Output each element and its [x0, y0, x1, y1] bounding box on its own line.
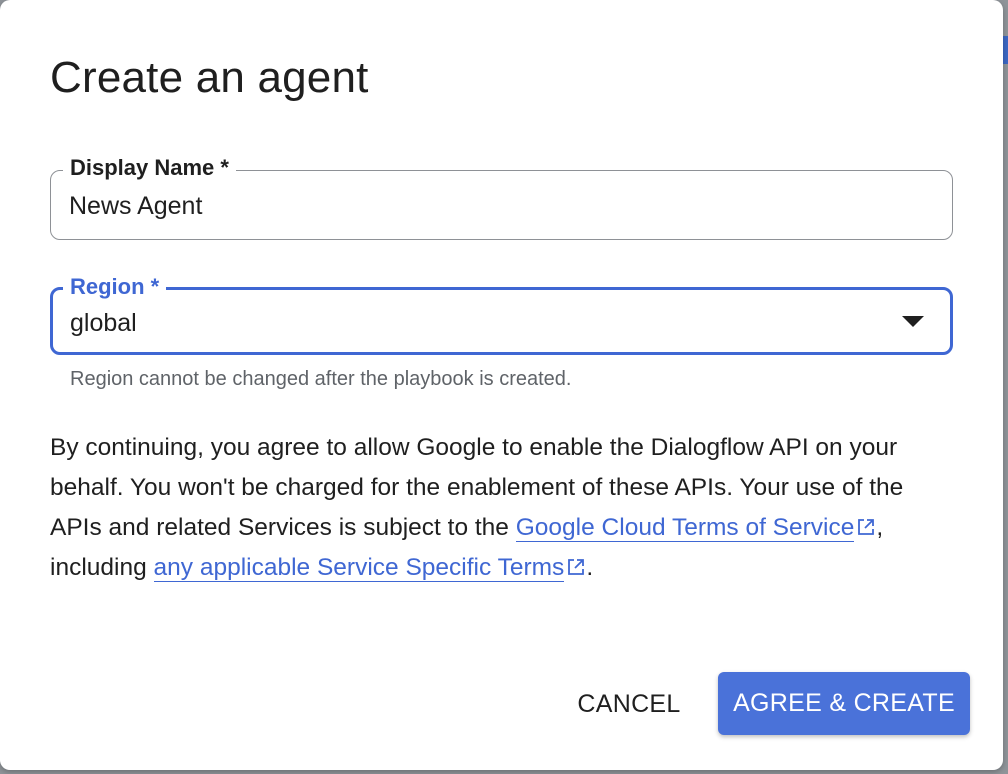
- display-name-label: Display Name *: [63, 154, 236, 182]
- arrow-drop-down-icon[interactable]: [902, 316, 924, 327]
- create-agent-dialog: Create an agent Display Name * News Agen…: [0, 0, 1003, 770]
- region-select[interactable]: Region * global: [50, 273, 953, 355]
- dialog-title: Create an agent: [50, 53, 369, 102]
- agree-and-create-button[interactable]: AGREE & CREATE: [718, 672, 970, 735]
- service-specific-terms-link[interactable]: any applicable Service Specific Terms: [153, 554, 565, 582]
- display-name-field[interactable]: Display Name * News Agent: [50, 154, 953, 240]
- open-in-new-icon[interactable]: [566, 557, 586, 577]
- terms-notice: By continuing, you agree to allow Google…: [50, 428, 955, 588]
- display-name-input[interactable]: News Agent: [69, 191, 202, 221]
- region-value: global: [70, 309, 137, 337]
- notice-text-after: .: [586, 554, 594, 581]
- cancel-button[interactable]: CANCEL: [566, 678, 692, 730]
- google-cloud-terms-link[interactable]: Google Cloud Terms of Service: [515, 514, 855, 542]
- open-in-new-icon[interactable]: [856, 517, 876, 537]
- region-hint: Region cannot be changed after the playb…: [70, 368, 572, 390]
- region-label: Region *: [63, 273, 167, 301]
